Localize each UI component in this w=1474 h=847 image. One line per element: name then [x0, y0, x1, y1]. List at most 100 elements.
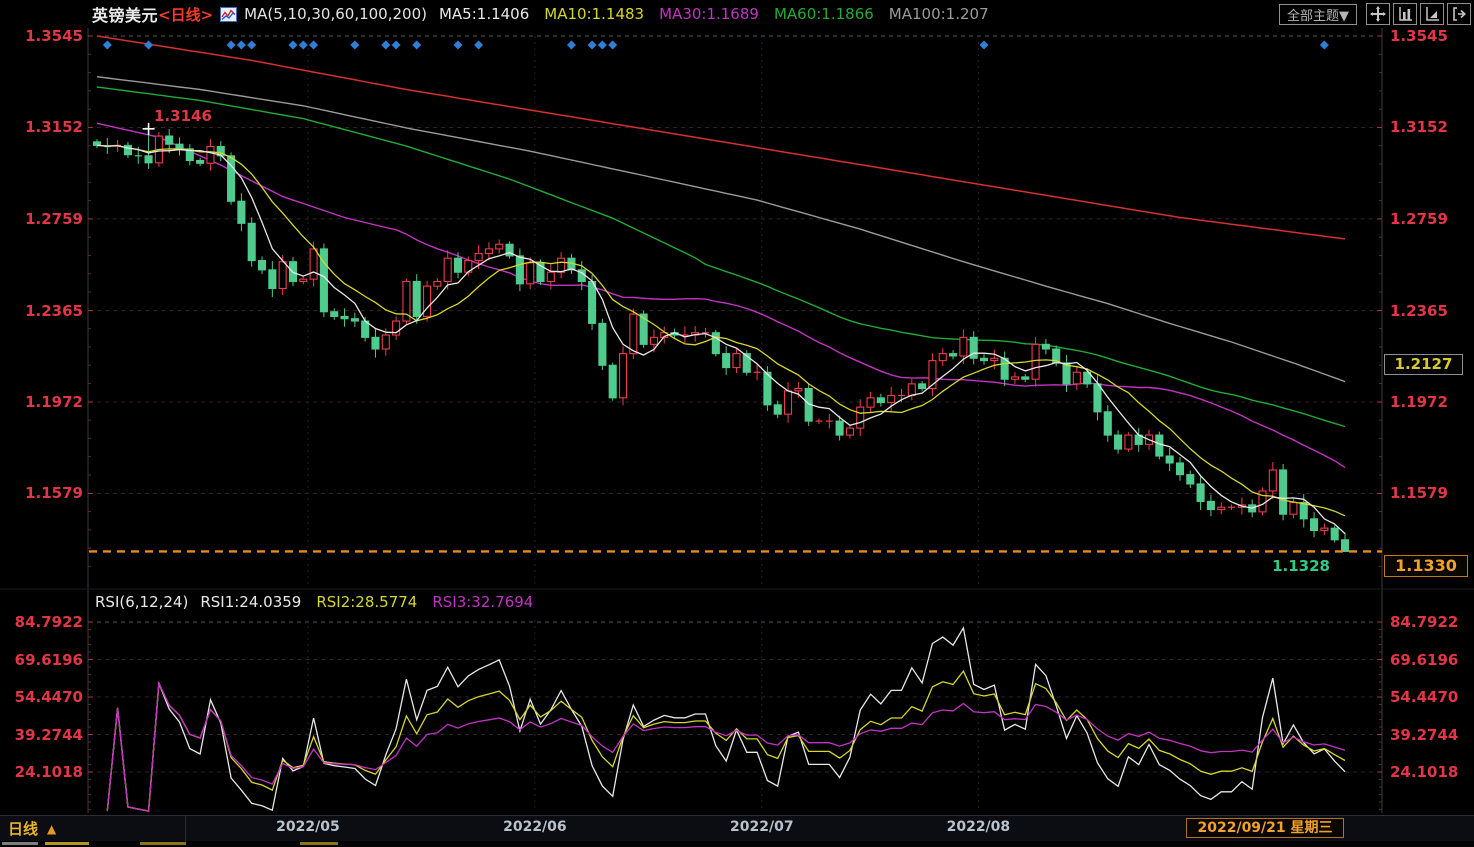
candle-body	[526, 262, 535, 285]
candle-body	[1320, 527, 1329, 532]
candle-body	[773, 404, 782, 415]
candle-body	[732, 353, 741, 369]
event-marker-icon[interactable]	[979, 40, 989, 50]
event-marker-icon[interactable]	[226, 40, 236, 50]
candle-body	[949, 353, 958, 357]
candle-body	[196, 159, 205, 164]
ma-settings-label: MA(5,10,30,60,100,200)	[244, 5, 427, 23]
candle-body	[165, 135, 174, 145]
candle-body	[1010, 376, 1020, 380]
candle-body	[794, 387, 803, 392]
rsi-indicator-header: RSI(6,12,24) RSI1:24.0359 RSI2:28.5774 RSI…	[95, 593, 548, 611]
candle-body	[412, 280, 421, 317]
candle-body	[340, 315, 349, 320]
candle-body	[371, 336, 380, 350]
candle-body	[866, 397, 875, 408]
event-marker-icon[interactable]	[102, 40, 112, 50]
rsi-axis-label: 84.7922	[14, 613, 83, 631]
price-axis-label: 1.1972	[1390, 393, 1448, 412]
candle-body	[175, 143, 184, 150]
candle-body	[330, 311, 339, 317]
candle-body	[1093, 383, 1102, 413]
indicator-line	[106, 669, 1346, 812]
candle-body	[1196, 483, 1205, 502]
candle-body	[453, 257, 463, 273]
event-marker-icon[interactable]	[391, 40, 401, 50]
candle-body	[484, 248, 493, 255]
event-marker-icon[interactable]	[298, 40, 308, 50]
indicator-line	[96, 144, 1346, 535]
candle-body	[629, 313, 638, 355]
candle-body	[1155, 434, 1164, 457]
price-axis-label: 1.2365	[25, 301, 83, 320]
event-marker-icon[interactable]	[587, 40, 597, 50]
marked-low-label: 1.1328	[1272, 557, 1330, 575]
event-marker-icon[interactable]	[247, 40, 257, 50]
rsi-axis-label: 84.7922	[1390, 613, 1459, 631]
candle-body	[1031, 343, 1040, 380]
period-tag: <日线>	[158, 5, 214, 24]
candle-body	[474, 253, 483, 262]
price-axis-label: 1.3152	[1390, 118, 1448, 137]
candle-body	[845, 427, 854, 436]
crosshair-fit-icon[interactable]	[1366, 3, 1390, 25]
candle-body	[515, 255, 524, 285]
candle-body	[588, 280, 597, 324]
indicator-line	[96, 76, 1346, 383]
rsi-axis-label: 69.6196	[1390, 650, 1459, 669]
candle-body	[350, 318, 359, 322]
current-price-box: 1.1330	[1384, 555, 1468, 577]
period-selector[interactable]: 日线 ▲	[0, 816, 186, 841]
candle-body	[557, 257, 566, 273]
event-marker-icon[interactable]	[597, 40, 607, 50]
event-marker-icon[interactable]	[381, 40, 391, 50]
time-axis-label: 2022/06	[503, 819, 567, 835]
candle-body	[1021, 376, 1030, 380]
event-marker-icon[interactable]	[412, 40, 422, 50]
candle-body	[1175, 462, 1185, 476]
rsi-axis-label: 54.4470	[14, 688, 83, 706]
candle-body	[495, 243, 504, 250]
event-marker-icon[interactable]	[453, 40, 463, 50]
marked-high-label: 1.3146	[154, 107, 212, 125]
exit-chart-icon[interactable]	[1447, 3, 1471, 25]
event-marker-icon[interactable]	[1319, 40, 1329, 50]
candle-body	[1124, 434, 1133, 450]
event-marker-icon[interactable]	[350, 40, 360, 50]
candle-body	[598, 322, 607, 366]
candle-body	[1114, 434, 1123, 450]
event-marker-icon[interactable]	[566, 40, 576, 50]
candle-body	[1206, 500, 1215, 511]
price-axis-label: 1.3545	[25, 27, 83, 45]
event-marker-icon[interactable]	[474, 40, 484, 50]
price-axis-label: 1.2365	[1390, 301, 1448, 320]
candle-body	[1340, 539, 1350, 552]
y-axis-scale-icon[interactable]	[1393, 3, 1417, 25]
ma-value-label: MA10:1.1483	[544, 5, 645, 23]
candle-body	[907, 383, 916, 397]
time-axis-bar: 日线 ▲ 2022/05 2022/06 2022/07 2022/08 2022/0…	[0, 815, 1474, 841]
event-marker-icon[interactable]	[144, 40, 154, 50]
theme-dropdown-button[interactable]: 全部主题▼	[1279, 3, 1357, 25]
candle-body	[918, 383, 927, 390]
candle-body	[237, 200, 246, 224]
event-marker-icon[interactable]	[288, 40, 298, 50]
candle-body	[257, 260, 267, 271]
x-axis-scale-icon[interactable]	[1420, 3, 1444, 25]
rsi-axis-label: 24.1018	[1390, 763, 1459, 782]
candle-body	[1103, 411, 1112, 436]
event-marker-icon[interactable]	[236, 40, 246, 50]
event-marker-icon[interactable]	[309, 40, 319, 50]
event-marker-icon[interactable]	[608, 40, 618, 50]
candle-body	[876, 397, 885, 404]
chart-canvas[interactable]	[0, 0, 1474, 847]
candle-body	[278, 261, 287, 290]
candle-body	[711, 332, 720, 355]
period-label: 日线	[8, 820, 39, 838]
candle-body	[1041, 343, 1050, 350]
candle-body	[123, 144, 132, 156]
rsi-value-label: RSI1:24.0359	[200, 593, 302, 611]
price-axis-label: 1.2759	[1390, 209, 1448, 228]
rsi-axis-label: 39.2744	[14, 725, 83, 744]
candle-body	[608, 364, 617, 399]
